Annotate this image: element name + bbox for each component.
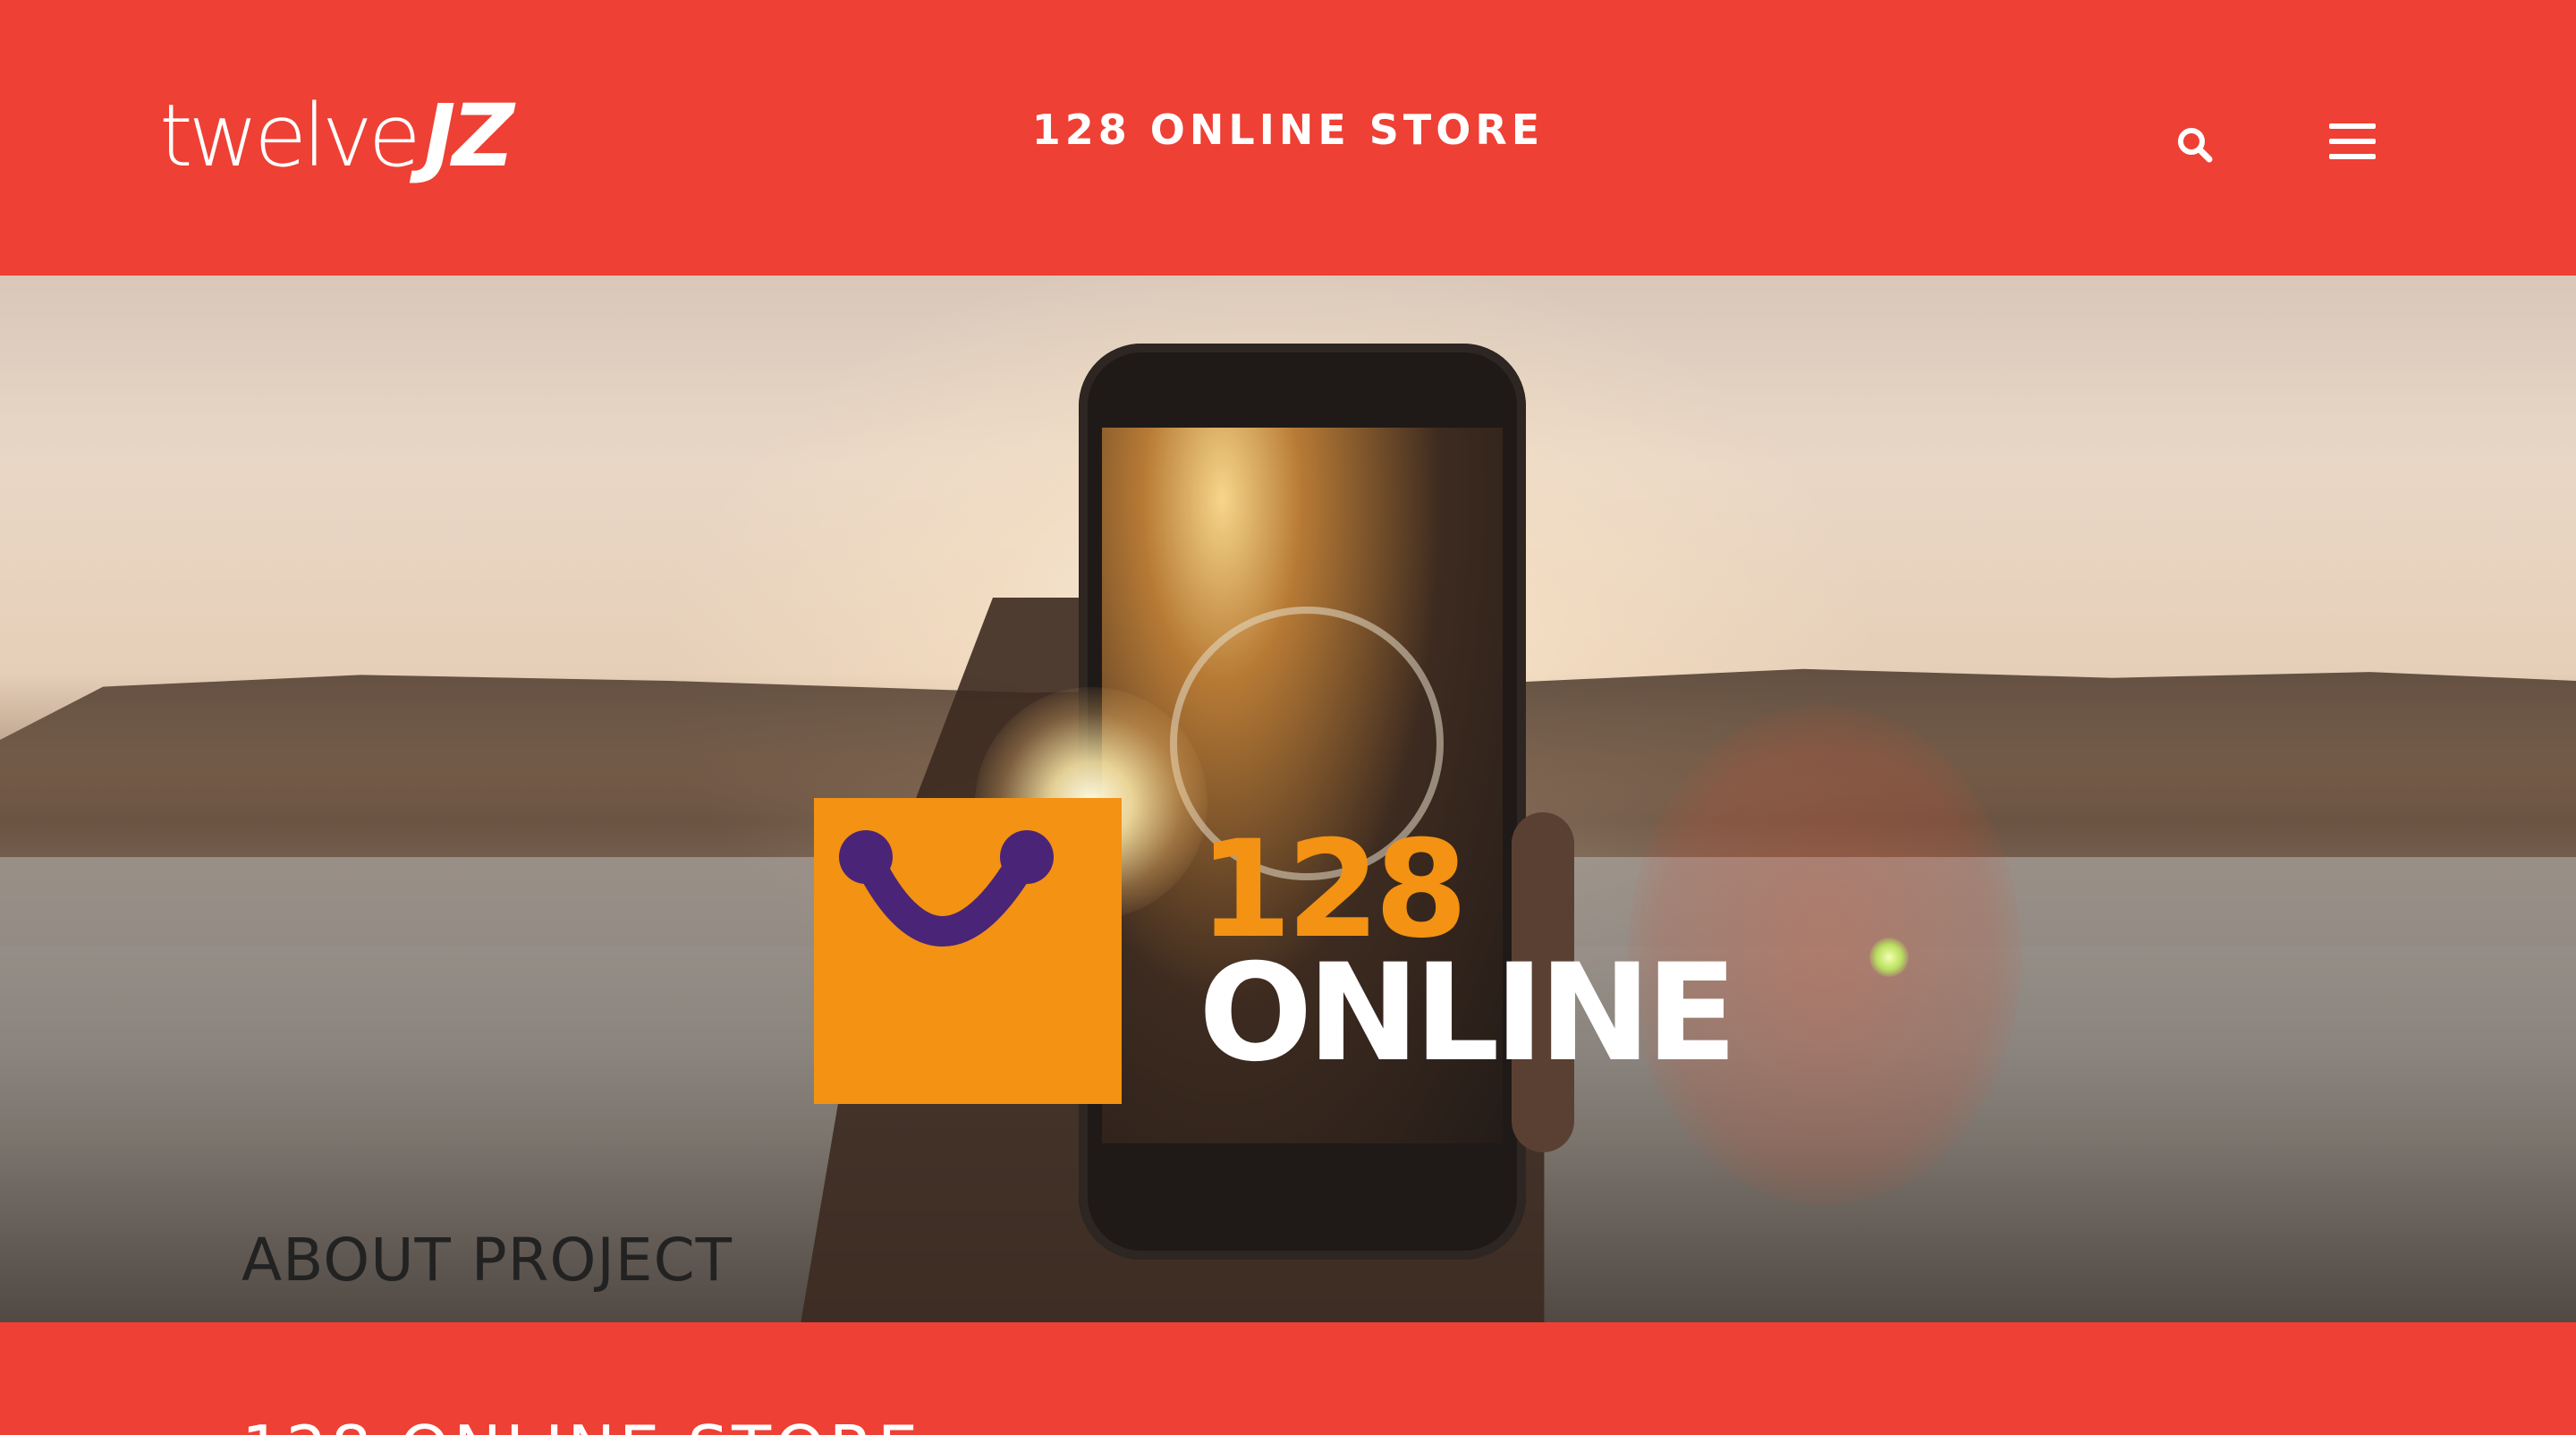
brand-logo-mark [814,798,1122,1104]
section-title: 128 ONLINE STORE [242,1417,921,1435]
logo-monogram: JZ [423,86,514,186]
page-title: 128 ONLINE STORE [1031,106,1545,154]
hero-banner [0,276,2576,1322]
hamburger-line [2329,139,2376,144]
search-button[interactable] [2175,125,2215,165]
site-logo[interactable]: twelve JZ [159,86,514,186]
hamburger-menu-icon [2329,123,2376,129]
site-header: twelve JZ 128 ONLINE STORE [0,0,2576,276]
about-project-link[interactable]: ABOUT PROJECT [242,1226,733,1295]
smile-bag-icon [839,830,1054,947]
hamburger-line [2329,154,2376,159]
lens-flare-dot [1869,938,1909,977]
brand-word: ONLINE [1199,936,1737,1091]
search-icon [2178,128,2213,163]
content-section: 128 ONLINE STORE [0,1322,2576,1435]
logo-wordmark: twelve [159,86,421,186]
menu-button[interactable] [2329,123,2376,161]
